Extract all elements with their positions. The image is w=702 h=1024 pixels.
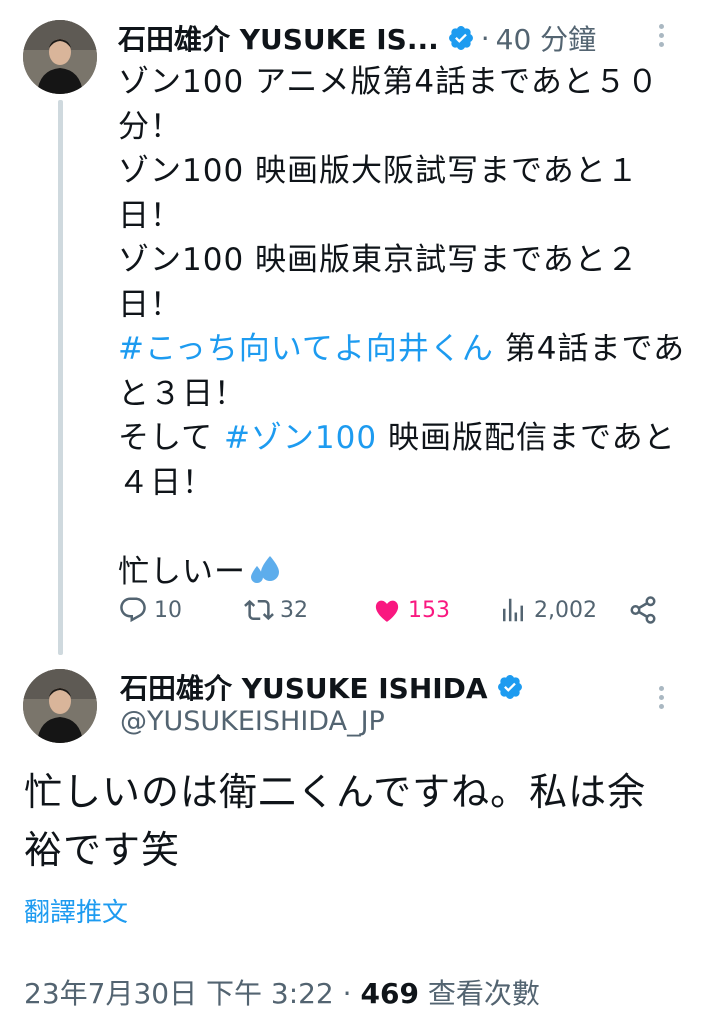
- tweet-text-line: ゾン100 アニメ版第4話まであと５０: [118, 60, 680, 105]
- tweet-text-segment: 映画版配信まであと: [377, 420, 676, 456]
- tweet-actions: 10 32 153 2,002: [118, 590, 663, 630]
- reply-text-line: 裕です笑: [24, 828, 181, 872]
- tweet-text-segment: 日！: [118, 286, 182, 323]
- thread-connector-line: [58, 100, 63, 655]
- tweet-text-segment: 忙しいー: [118, 553, 246, 590]
- separator: ·: [342, 977, 352, 1010]
- like-button[interactable]: 153: [372, 590, 450, 630]
- tweet-text-segment: ４日！: [118, 464, 214, 501]
- reply-icon: [120, 597, 146, 623]
- tweet-text: ゾン100 アニメ版第4話まであと５０ 分！ ゾン100 映画版大阪試写まであと１ 日…: [118, 60, 684, 595]
- reply-text-line: 忙しいのは衛二くんですね。私は余: [24, 770, 647, 814]
- display-name[interactable]: 石田雄介 YUSUKE IS...: [118, 18, 439, 58]
- more-options-icon[interactable]: [657, 686, 665, 709]
- view-count: 2,002: [534, 597, 597, 623]
- tweet-text-segment: 第4話まであ: [493, 331, 686, 367]
- tweet-text-line: と３日！: [118, 372, 680, 417]
- share-icon: [630, 596, 656, 624]
- post-timestamp[interactable]: 23年7月30日 下午 3:22: [24, 977, 334, 1010]
- tweet-text-line: ゾン100 映画版大阪試写まであと１: [118, 149, 680, 194]
- sweat-droplets-icon: [251, 555, 279, 583]
- avatar-photo: [23, 20, 97, 94]
- separator: ·: [480, 21, 490, 55]
- tweet-text-segment: 日！: [118, 197, 182, 234]
- tweet-text-segment: そして: [118, 420, 224, 456]
- reply-button[interactable]: 10: [118, 590, 182, 630]
- display-name[interactable]: 石田雄介 YUSUKE ISHIDA: [120, 667, 488, 707]
- tweet-text-line: #こっち向いてよ向井くん 第4話まであ: [118, 327, 684, 372]
- tweet-text-segment: と３日！: [118, 375, 246, 412]
- tweet-text-segment: ゾン100 映画版東京試写まであと２: [118, 242, 639, 278]
- avatar[interactable]: [23, 669, 97, 743]
- view-count: 469: [360, 977, 419, 1010]
- translate-tweet-link[interactable]: 翻譯推文: [24, 892, 128, 929]
- retweet-button[interactable]: 32: [244, 590, 308, 630]
- tweet-header: 石田雄介 YUSUKE ISHIDA: [120, 665, 524, 709]
- tweet-text-line: ４日！: [118, 461, 680, 506]
- heart-icon: [375, 600, 399, 622]
- reply-text: 忙しいのは衛二くんですね。私は余 裕です笑: [24, 763, 674, 879]
- like-count: 153: [408, 597, 450, 623]
- tweet-text-line: 忙しいー: [118, 550, 680, 595]
- tweet-text-line: ゾン100 映画版東京試写まであと２: [118, 238, 680, 283]
- timestamp[interactable]: 40 分鐘: [496, 18, 597, 58]
- user-handle[interactable]: @YUSUKEISHIDA_JP: [120, 706, 385, 737]
- analytics-icon: [503, 598, 523, 622]
- tweet-text-segment: ゾン100 アニメ版第4話まであと５０: [118, 64, 659, 100]
- views-button[interactable]: 2,002: [498, 590, 597, 630]
- hashtag-link[interactable]: #ゾン100: [224, 420, 377, 456]
- hashtag-link[interactable]: #こっち向いてよ向井くん: [118, 331, 494, 367]
- tweet-text-segment: 分！: [118, 108, 182, 145]
- more-options-icon[interactable]: [657, 24, 665, 47]
- tweet-text-line: [118, 505, 680, 550]
- tweet-text-line: 日！: [118, 283, 680, 328]
- retweet-count: 32: [280, 597, 308, 623]
- avatar[interactable]: [23, 20, 97, 94]
- share-button[interactable]: [628, 590, 664, 630]
- retweet-icon: [244, 599, 274, 621]
- tweet-header: 石田雄介 YUSUKE IS... · 40 分鐘: [118, 16, 596, 60]
- tweet-text-segment: ゾン100 映画版大阪試写まであと１: [118, 153, 639, 189]
- tweet-text-line: 分！: [118, 105, 680, 150]
- tweet-text-line: そして #ゾン100 映画版配信まであと: [118, 416, 680, 461]
- avatar-photo: [23, 669, 97, 743]
- tweet-text-line: 日！: [118, 194, 680, 239]
- verified-badge-icon: [448, 26, 473, 50]
- tweet-footer: 23年7月30日 下午 3:22 · 469 查看次數: [24, 972, 540, 1012]
- view-label: 查看次數: [427, 977, 540, 1010]
- reply-count: 10: [154, 597, 182, 623]
- verified-badge-icon: [497, 675, 522, 699]
